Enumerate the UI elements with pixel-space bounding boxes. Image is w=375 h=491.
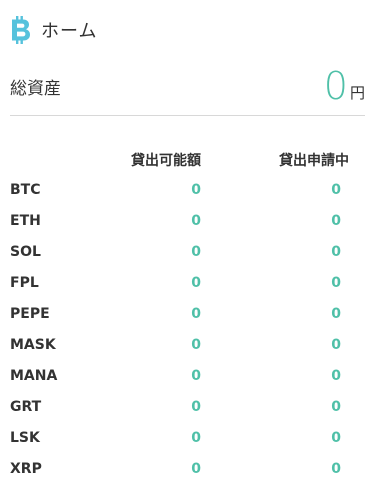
lending-table: 貸出可能額 貸出申請中 BTC 0 0 ETH 0 0 SOL 0 0 FPL … (0, 146, 375, 486)
pending-amount: 0 (331, 399, 341, 415)
available-amount: 0 (191, 182, 201, 198)
table-header: 貸出可能額 貸出申請中 (0, 146, 375, 176)
pending-amount: 0 (331, 306, 341, 322)
available-amount: 0 (191, 461, 201, 477)
available-amount: 0 (191, 368, 201, 384)
total-assets-value: 0 円 (324, 66, 365, 106)
pending-amount: 0 (331, 213, 341, 229)
pending-amount: 0 (331, 368, 341, 384)
total-assets-label: 総資産 (10, 79, 61, 99)
coin-symbol: PEPE (10, 306, 50, 322)
table-row[interactable]: FPL 0 0 (0, 269, 375, 300)
available-amount: 0 (191, 213, 201, 229)
table-row[interactable]: XRP 0 0 (0, 455, 375, 486)
column-header-pending: 貸出申請中 (279, 153, 349, 169)
available-amount: 0 (191, 399, 201, 415)
table-row[interactable]: PEPE 0 0 (0, 300, 375, 331)
available-amount: 0 (191, 275, 201, 291)
table-row[interactable]: MASK 0 0 (0, 331, 375, 362)
bitcoin-logo-icon (10, 15, 32, 45)
coin-symbol: ETH (10, 213, 41, 229)
pending-amount: 0 (331, 430, 341, 446)
coin-symbol: SOL (10, 244, 41, 260)
table-row[interactable]: MANA 0 0 (0, 362, 375, 393)
coin-symbol: MANA (10, 368, 58, 384)
home-screen: ホーム 総資産 0 円 貸出可能額 貸出申請中 BTC 0 0 ETH 0 0 … (0, 0, 375, 491)
coin-symbol: FPL (10, 275, 39, 291)
available-amount: 0 (191, 337, 201, 353)
table-row[interactable]: GRT 0 0 (0, 393, 375, 424)
coin-symbol: MASK (10, 337, 56, 353)
available-amount: 0 (191, 244, 201, 260)
pending-amount: 0 (331, 275, 341, 291)
header: ホーム (10, 14, 97, 46)
table-row[interactable]: BTC 0 0 (0, 176, 375, 207)
coin-symbol: BTC (10, 182, 41, 198)
pending-amount: 0 (331, 244, 341, 260)
pending-amount: 0 (331, 337, 341, 353)
total-assets-section: 総資産 0 円 (10, 66, 365, 106)
coin-symbol: XRP (10, 461, 42, 477)
coin-symbol: GRT (10, 399, 42, 415)
total-assets-unit: 円 (349, 84, 365, 102)
available-amount: 0 (191, 306, 201, 322)
page-title: ホーム (41, 21, 98, 42)
table-row[interactable]: LSK 0 0 (0, 424, 375, 455)
table-row[interactable]: SOL 0 0 (0, 238, 375, 269)
coin-symbol: LSK (10, 430, 40, 446)
column-header-available: 貸出可能額 (131, 153, 201, 169)
table-row[interactable]: ETH 0 0 (0, 207, 375, 238)
total-assets-amount: 0 (323, 64, 348, 108)
available-amount: 0 (191, 430, 201, 446)
pending-amount: 0 (331, 461, 341, 477)
divider (10, 115, 365, 116)
pending-amount: 0 (331, 182, 341, 198)
